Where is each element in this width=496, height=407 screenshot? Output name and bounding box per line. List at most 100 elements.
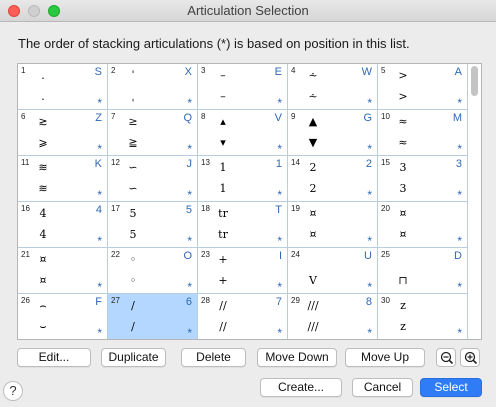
articulation-cell[interactable]: 13 1 * 1 1 [198, 156, 288, 202]
articulation-cell[interactable]: 6 Z * ≳ ⩾ [18, 110, 108, 156]
articulation-cell[interactable]: 27 6 * / / [108, 294, 198, 340]
zoom-in-button[interactable] [460, 348, 480, 367]
articulation-cell[interactable]: 1 S *.. [18, 64, 108, 110]
articulation-cell[interactable]: 28 7 * // // [198, 294, 288, 339]
articulation-cell[interactable]: 3 E * – – [198, 64, 288, 110]
articulation-cell[interactable]: 9 G * ▲ ▼ [288, 110, 378, 156]
zoom-out-button[interactable] [436, 348, 456, 367]
articulation-symbol-below: ˌ [131, 90, 135, 103]
duplicate-button[interactable]: Duplicate [101, 348, 166, 367]
create-button[interactable]: Create... [260, 378, 342, 397]
articulation-cell[interactable]: 15 3 * 3 3 [378, 156, 468, 202]
cell-number: 7 [111, 112, 116, 121]
articulation-symbol-above: 1 [219, 161, 227, 174]
cell-shortcut-key: S [94, 66, 102, 78]
cell-number: 28 [201, 296, 210, 305]
cell-number: 24 [291, 250, 300, 259]
articulation-symbol-below: ≋ [38, 182, 48, 195]
cell-shortcut-key: I [278, 250, 282, 262]
articulation-cell[interactable]: 24 U * V [288, 248, 378, 294]
articulation-cell[interactable]: 25 D * ⊓ [378, 248, 468, 294]
zoom-out-icon [440, 351, 454, 365]
articulation-cell[interactable]: 2 X * ˈ ˌ [108, 64, 198, 110]
articulation-symbol-above: ≳ [38, 115, 48, 128]
articulation-cell[interactable]: 14 2 * 2 2 [288, 156, 378, 202]
zoom-in-icon [464, 351, 478, 365]
articulation-cell[interactable]: 7 Q * ≥ ≧ [108, 110, 198, 156]
articulation-cell[interactable]: 30 * z z [378, 294, 468, 339]
articulation-symbol-below: ⌣ [39, 320, 47, 333]
articulation-symbol-below: 3 [399, 182, 407, 195]
articulation-cell[interactable]: 22 O * ◦ ◦ [108, 248, 198, 294]
cell-number: 14 [291, 158, 300, 167]
articulation-symbol-above: 4 [39, 207, 47, 220]
articulation-symbol-below: ⊓ [398, 274, 408, 287]
articulation-cell[interactable]: 8 V * ▴ ▾ [198, 110, 288, 156]
cell-shortcut-key: J [186, 158, 193, 170]
articulation-symbol-below: ⩪ [308, 90, 318, 103]
articulation-cell[interactable]: 29 8 * /// /// [288, 294, 378, 340]
cell-shortcut-key: E [274, 66, 282, 78]
select-button[interactable]: Select [420, 378, 482, 397]
delete-button[interactable]: Delete [181, 348, 246, 367]
cancel-button[interactable]: Cancel [352, 378, 413, 397]
articulation-cell[interactable]: 23 I * + + [198, 248, 288, 294]
cell-number: 11 [21, 158, 30, 167]
articulation-cell[interactable]: 17 5 * 5 5 [108, 202, 198, 248]
articulation-symbol-above: ≥ [128, 115, 138, 128]
articulation-symbol-below: tr [218, 228, 228, 241]
articulation-cell[interactable]: 19 * ¤ ¤ [288, 202, 378, 248]
help-button[interactable]: ? [3, 381, 23, 401]
stacking-star: * [97, 280, 102, 294]
cell-number: 9 [291, 112, 296, 121]
cell-number: 16 [21, 204, 30, 213]
articulation-grid[interactable]: 1 S *.. 2 X * ˈ ˌ 3 E * – – 4 W * ⩪ ⩪ 5 A * > >6 Z * ≳ ⩾ 7 Q * ≥ ≧ 8 V * ▴ ▾… [17, 63, 482, 340]
articulation-cell[interactable]: 18 T * tr tr [198, 202, 288, 248]
stacking-star: * [187, 280, 192, 294]
cell-shortcut-key: 8 [365, 296, 372, 308]
articulation-cell[interactable]: 12 J * ∽ ∽ [108, 156, 198, 202]
vertical-scrollbar[interactable] [469, 66, 480, 338]
stacking-star: * [367, 326, 372, 340]
articulation-symbol-above: ⩪ [308, 69, 318, 82]
stacking-star: * [277, 142, 282, 156]
move-down-button[interactable]: Move Down [257, 348, 337, 367]
articulation-symbol-below: 5 [129, 228, 137, 241]
articulation-cell[interactable]: 5 A * > > [378, 64, 468, 110]
instructions-text: The order of stacking articulations (*) … [18, 36, 410, 51]
articulation-cell[interactable]: 21 * ¤ ¤ [18, 248, 108, 294]
articulation-symbol-below: ◦ [129, 274, 137, 287]
articulation-cell[interactable]: 20 * ¤ ¤ [378, 202, 468, 248]
articulation-symbol-below: ¤ [309, 228, 317, 241]
move-up-button[interactable]: Move Up [345, 348, 425, 367]
articulation-cell[interactable]: 16 4 * 4 4 [18, 202, 108, 248]
cell-number: 8 [201, 112, 206, 121]
cell-shortcut-key: F [95, 296, 102, 308]
cell-shortcut-key: X [184, 66, 192, 78]
articulation-cell[interactable]: 4 W * ⩪ ⩪ [288, 64, 378, 110]
stacking-star: * [277, 188, 282, 202]
edit-button[interactable]: Edit... [17, 348, 91, 367]
cell-shortcut-key: W [361, 66, 372, 78]
scroll-thumb[interactable] [471, 66, 478, 96]
cell-number: 22 [111, 250, 120, 259]
articulation-cell[interactable]: 11 K * ≋ ≋ [18, 156, 108, 202]
stacking-star: * [187, 326, 192, 340]
cell-number: 23 [201, 250, 210, 259]
cell-number: 19 [291, 204, 300, 213]
articulation-symbol-below: ⩾ [38, 136, 48, 149]
cell-shortcut-key: 2 [365, 158, 372, 170]
stacking-star: * [187, 234, 192, 248]
articulation-symbol-above: ∽ [128, 161, 138, 174]
articulation-cell[interactable]: 26 F * ⌢ ⌣ [18, 294, 108, 339]
stacking-star: * [187, 142, 192, 156]
cell-number: 10 [381, 112, 390, 121]
articulation-symbol-below: ≧ [128, 136, 138, 149]
stacking-star: * [277, 234, 282, 248]
articulation-cell[interactable]: 10 M * ≈ ≈ [378, 110, 468, 156]
cell-shortcut-key: G [363, 112, 372, 124]
articulation-symbol-above: 3 [399, 161, 407, 174]
articulation-symbol-below: ∽ [128, 182, 138, 195]
cell-number: 20 [381, 204, 390, 213]
articulation-symbol-above: – [220, 69, 226, 82]
